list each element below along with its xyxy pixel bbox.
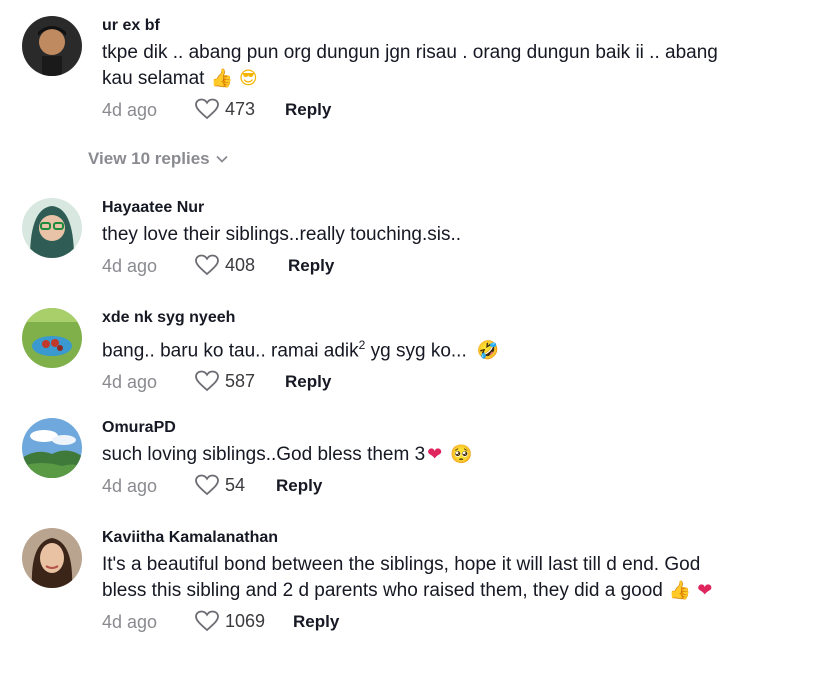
- red-heart-icon: ❤: [697, 580, 713, 601]
- like-button[interactable]: 587: [195, 370, 255, 392]
- comment-text-content: yg syg ko...: [365, 340, 467, 362]
- comment-text-content: such loving siblings..God bless them 3: [102, 444, 426, 465]
- avatar[interactable]: [22, 16, 82, 76]
- sunglasses-face-icon: 😎: [238, 68, 258, 89]
- like-count: 473: [225, 98, 256, 119]
- heart-outline-icon: [195, 98, 219, 120]
- reply-button[interactable]: Reply: [288, 256, 334, 276]
- comment-username[interactable]: Kaviitha Kamalanathan: [102, 528, 792, 548]
- comment-time: 4d ago: [102, 100, 158, 120]
- avatar-image: [22, 16, 82, 76]
- comment-text-content: they love their siblings..really touchin…: [102, 224, 462, 245]
- comment-text-content: bang.. baru ko tau.. ramai adik: [102, 340, 359, 362]
- heart-outline-icon: [195, 254, 219, 276]
- heart-outline-icon: [195, 610, 219, 632]
- like-count: 54: [225, 474, 246, 495]
- avatar-image: [22, 528, 82, 588]
- heart-outline-icon: [195, 370, 219, 392]
- comment-time: 4d ago: [102, 372, 158, 393]
- avatar-image: [22, 308, 82, 368]
- thumbs-up-icon: 👍: [210, 68, 233, 89]
- comment-username[interactable]: ur ex bf: [102, 16, 792, 36]
- reply-button[interactable]: Reply: [285, 372, 331, 392]
- comment-text: bang.. baru ko tau.. ramai adik2 yg syg …: [102, 332, 792, 364]
- avatar[interactable]: [22, 308, 82, 368]
- like-button[interactable]: 473: [195, 98, 255, 120]
- avatar[interactable]: [22, 528, 82, 588]
- comment-username[interactable]: Hayaatee Nur: [102, 198, 792, 218]
- thumbs-up-icon: 👍: [668, 580, 692, 601]
- reply-button[interactable]: Reply: [285, 100, 331, 120]
- comment-text: they love their siblings..really touchin…: [102, 222, 792, 248]
- like-button[interactable]: 408: [195, 254, 255, 276]
- like-button[interactable]: 54: [195, 474, 245, 496]
- reply-button[interactable]: Reply: [276, 476, 322, 496]
- red-heart-icon: ❤: [427, 444, 443, 465]
- comment-text: It's a beautiful bond between the siblin…: [102, 552, 732, 604]
- like-button[interactable]: 1069: [195, 610, 265, 632]
- avatar[interactable]: [22, 198, 82, 258]
- comment-time: 4d ago: [102, 612, 158, 632]
- comment-meta: 4d ago 54 Reply: [102, 474, 792, 498]
- view-replies-button[interactable]: View 10 replies: [88, 149, 228, 169]
- reply-button[interactable]: Reply: [293, 612, 339, 632]
- comment-meta: 4d ago 473 Reply: [102, 98, 792, 122]
- like-count: 587: [225, 370, 256, 391]
- like-count: 1069: [225, 610, 266, 631]
- comment-meta: 4d ago 1069 Reply: [102, 610, 792, 634]
- comment-time: 4d ago: [102, 256, 158, 276]
- comment-username[interactable]: OmuraPD: [102, 418, 792, 438]
- comment-username[interactable]: xde nk syg nyeeh: [102, 308, 792, 328]
- comment-meta: 4d ago 587 Reply: [102, 370, 792, 394]
- comment-text: such loving siblings..God bless them 3 ❤ 🥺: [102, 442, 792, 468]
- pleading-face-icon: 🥺: [450, 444, 473, 465]
- view-replies-label: View 10 replies: [88, 149, 210, 168]
- avatar[interactable]: [22, 418, 82, 478]
- avatar-image: [22, 418, 82, 478]
- avatar-image: [22, 198, 82, 258]
- heart-outline-icon: [195, 474, 219, 496]
- like-count: 408: [225, 254, 256, 275]
- chevron-down-icon: [215, 155, 228, 163]
- comment-text: tkpe dik .. abang pun org dungun jgn ris…: [102, 40, 742, 92]
- comment-time: 4d ago: [102, 476, 158, 496]
- comment-meta: 4d ago 408 Reply: [102, 254, 792, 278]
- rolling-laughing-face-icon: 🤣: [476, 340, 500, 362]
- comment-text-content: It's a beautiful bond between the siblin…: [102, 554, 701, 601]
- comment-text-content: tkpe dik .. abang pun org dungun jgn ris…: [102, 42, 718, 89]
